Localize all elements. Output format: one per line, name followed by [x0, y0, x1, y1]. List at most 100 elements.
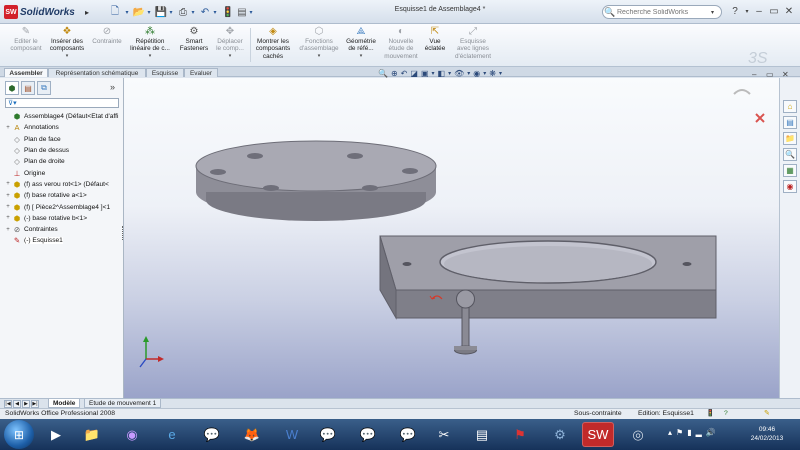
last-tab-icon[interactable]: ▶|	[31, 400, 39, 408]
chevron-down-icon[interactable]: ▾	[448, 70, 451, 77]
search-input[interactable]	[617, 8, 711, 16]
view-palette-icon[interactable]: ▦	[783, 164, 797, 177]
editer-composant-button[interactable]: ✎ Editer le composant	[6, 26, 46, 66]
restore-icon[interactable]: ▭	[767, 4, 781, 18]
tree-item-base-rotative-a[interactable]: + ⬢ (f) base rotative a<1>	[4, 190, 122, 201]
firefox-icon[interactable]: 🦊	[236, 422, 268, 447]
quick-tips-icon[interactable]: ✎	[764, 409, 770, 419]
first-tab-icon[interactable]: |◀	[4, 400, 12, 408]
filter-field[interactable]: ⊽▾	[5, 98, 119, 108]
tab-evaluer[interactable]: Evaluer	[184, 68, 218, 77]
media-center-icon[interactable]: ▶	[40, 422, 72, 447]
word-icon[interactable]: W	[276, 422, 308, 447]
file-explorer-icon[interactable]: 📁	[76, 422, 108, 447]
action-center-icon[interactable]: ⚑	[676, 428, 683, 437]
open-folder-icon[interactable]: 📂	[132, 4, 146, 20]
search-box[interactable]: 🔍 ▾	[602, 5, 722, 19]
tree-item-esquisse1[interactable]: ✎ (-) Esquisse1	[4, 235, 122, 246]
tree-item-origine[interactable]: ⊥ Origine	[4, 167, 122, 178]
presentation-icon[interactable]: ▤	[466, 422, 498, 447]
tree-item-assemblage[interactable]: ⬢ Assemblage4 (Défaut<Etat d'affi	[4, 111, 122, 122]
media-player-icon[interactable]: ◉	[116, 422, 148, 447]
smart-fasteners-button[interactable]: ⚙ Smart Fasteners	[176, 26, 212, 66]
locking-pin-part[interactable]	[454, 289, 477, 355]
internet-explorer-icon[interactable]: e	[156, 422, 188, 447]
next-tab-icon[interactable]: ▶	[22, 400, 30, 408]
fonctions-assemblage-button[interactable]: ⬡ Fonctions d'assemblage ▾	[296, 26, 342, 66]
signal-icon[interactable]: ▂	[696, 428, 702, 437]
esquisse-lignes-eclatement-button[interactable]: ⤢ Esquisse avec lignes d'éclatement	[450, 26, 496, 66]
minimize-icon[interactable]: –	[752, 4, 766, 18]
network-icon[interactable]: ⚙	[544, 422, 576, 447]
undo-icon[interactable]: ↶	[198, 4, 212, 20]
expand-icon[interactable]: +	[4, 193, 12, 199]
hide-show-items-icon[interactable]: 👁	[454, 69, 464, 78]
tree-item-annotations[interactable]: + A Annotations	[4, 122, 122, 133]
chevron-down-icon[interactable]: ▾	[499, 70, 502, 77]
save-icon[interactable]: 💾	[154, 4, 168, 20]
chevron-down-icon[interactable]: ▾	[483, 70, 486, 77]
deplacer-composant-button[interactable]: ✥ Déplacer le comp... ▾	[212, 26, 248, 66]
print-icon[interactable]: ⎙	[176, 4, 190, 20]
zoom-to-fit-icon[interactable]: 🔍	[378, 69, 388, 78]
double-chevron-right-icon[interactable]: »	[110, 82, 115, 92]
options-icon[interactable]: ▤	[236, 4, 248, 20]
taskbar-clock[interactable]: 09:46 24/02/2013	[742, 425, 792, 443]
close-icon[interactable]: ✕	[782, 4, 796, 18]
tab-assembler[interactable]: Assembler	[4, 68, 48, 77]
chevron-down-icon[interactable]: ▾	[432, 70, 435, 77]
chevron-down-icon[interactable]: ▾	[711, 9, 714, 16]
volume-icon[interactable]: 🔊	[706, 428, 716, 437]
file-explorer-icon[interactable]: 📁	[783, 132, 797, 145]
design-library-icon[interactable]: ▤	[783, 116, 797, 129]
start-button-icon[interactable]: ⊞	[4, 420, 34, 449]
round-flange-part[interactable]	[195, 140, 437, 221]
nouvelle-etude-button[interactable]: ◐ Nouvelle étude de mouvement	[382, 26, 420, 66]
expand-icon[interactable]: +	[4, 204, 12, 210]
confirmation-corner[interactable]	[733, 89, 765, 123]
contrainte-button[interactable]: ⊘ Contrainte	[88, 26, 126, 66]
geometrie-reference-button[interactable]: ⟁ Géométrie de réfé... ▾	[342, 26, 380, 66]
messenger-icon[interactable]: 💬	[196, 422, 228, 447]
tab-modele[interactable]: Modèle	[48, 399, 81, 408]
rebuild-status-icon[interactable]: 🚦	[706, 409, 714, 419]
configuration-manager-tab-icon[interactable]: ⧉	[37, 81, 51, 95]
repetition-button[interactable]: ⁂ Répétition linéaire de c... ▾	[126, 26, 174, 66]
graphics-area[interactable]	[124, 78, 779, 398]
rebuild-icon[interactable]: 🚦	[222, 4, 234, 20]
tree-item-base-rotative-b[interactable]: + ⬢ (-) base rotative b<1>	[4, 213, 122, 224]
messenger-icon[interactable]: 💬	[312, 422, 344, 447]
chevron-down-icon[interactable]: ▾	[229, 53, 232, 59]
chevron-down-icon[interactable]: ▾	[248, 4, 254, 20]
appearances-icon[interactable]: ◉	[783, 180, 797, 193]
search-results-icon[interactable]: 🔍	[783, 148, 797, 161]
vue-eclatee-button[interactable]: ⇱ Vue éclatée	[420, 26, 450, 66]
expand-icon[interactable]: +	[4, 227, 12, 233]
expand-icon[interactable]: +	[4, 181, 12, 187]
chevron-down-icon[interactable]: ▾	[168, 4, 174, 20]
view-orientation-icon[interactable]: ▣	[421, 69, 429, 78]
chevron-down-icon[interactable]: ▾	[66, 53, 69, 59]
property-manager-tab-icon[interactable]: ▤	[21, 81, 35, 95]
inserer-composants-button[interactable]: ❖ Insérer des composants ▾	[46, 26, 88, 66]
solidworks-taskbar-icon[interactable]: SW	[582, 422, 614, 447]
chevron-down-icon[interactable]: ▾	[124, 4, 130, 20]
chevron-down-icon[interactable]: ▾	[146, 4, 152, 20]
chevron-down-icon[interactable]: ▾	[149, 53, 152, 59]
previous-view-icon[interactable]: ↶	[401, 69, 408, 78]
tab-esquisse[interactable]: Esquisse	[146, 68, 184, 77]
feature-manager-tab-icon[interactable]: ⬢	[5, 81, 19, 95]
menu-arrow-icon[interactable]: ▸	[82, 4, 92, 20]
tree-item-plan-de-droite[interactable]: ◇ Plan de droite	[4, 156, 122, 167]
clock-app-icon[interactable]: ◎	[622, 422, 654, 447]
tree-item-contraintes[interactable]: + ⊘ Contraintes	[4, 224, 122, 235]
show-hidden-icons-icon[interactable]: ▴	[668, 428, 672, 437]
messenger-icon[interactable]: 💬	[352, 422, 384, 447]
new-file-icon[interactable]: 🗋	[108, 4, 122, 20]
chevron-down-icon[interactable]: ▾	[212, 4, 218, 20]
tab-etude-de-mouvement[interactable]: Etude de mouvement 1	[84, 399, 162, 408]
app-logo[interactable]: SW SolidWorks	[4, 4, 80, 20]
paint-icon[interactable]: ✂	[428, 422, 460, 447]
expand-icon[interactable]: +	[4, 125, 12, 131]
network-icon[interactable]: ▮	[687, 428, 691, 437]
